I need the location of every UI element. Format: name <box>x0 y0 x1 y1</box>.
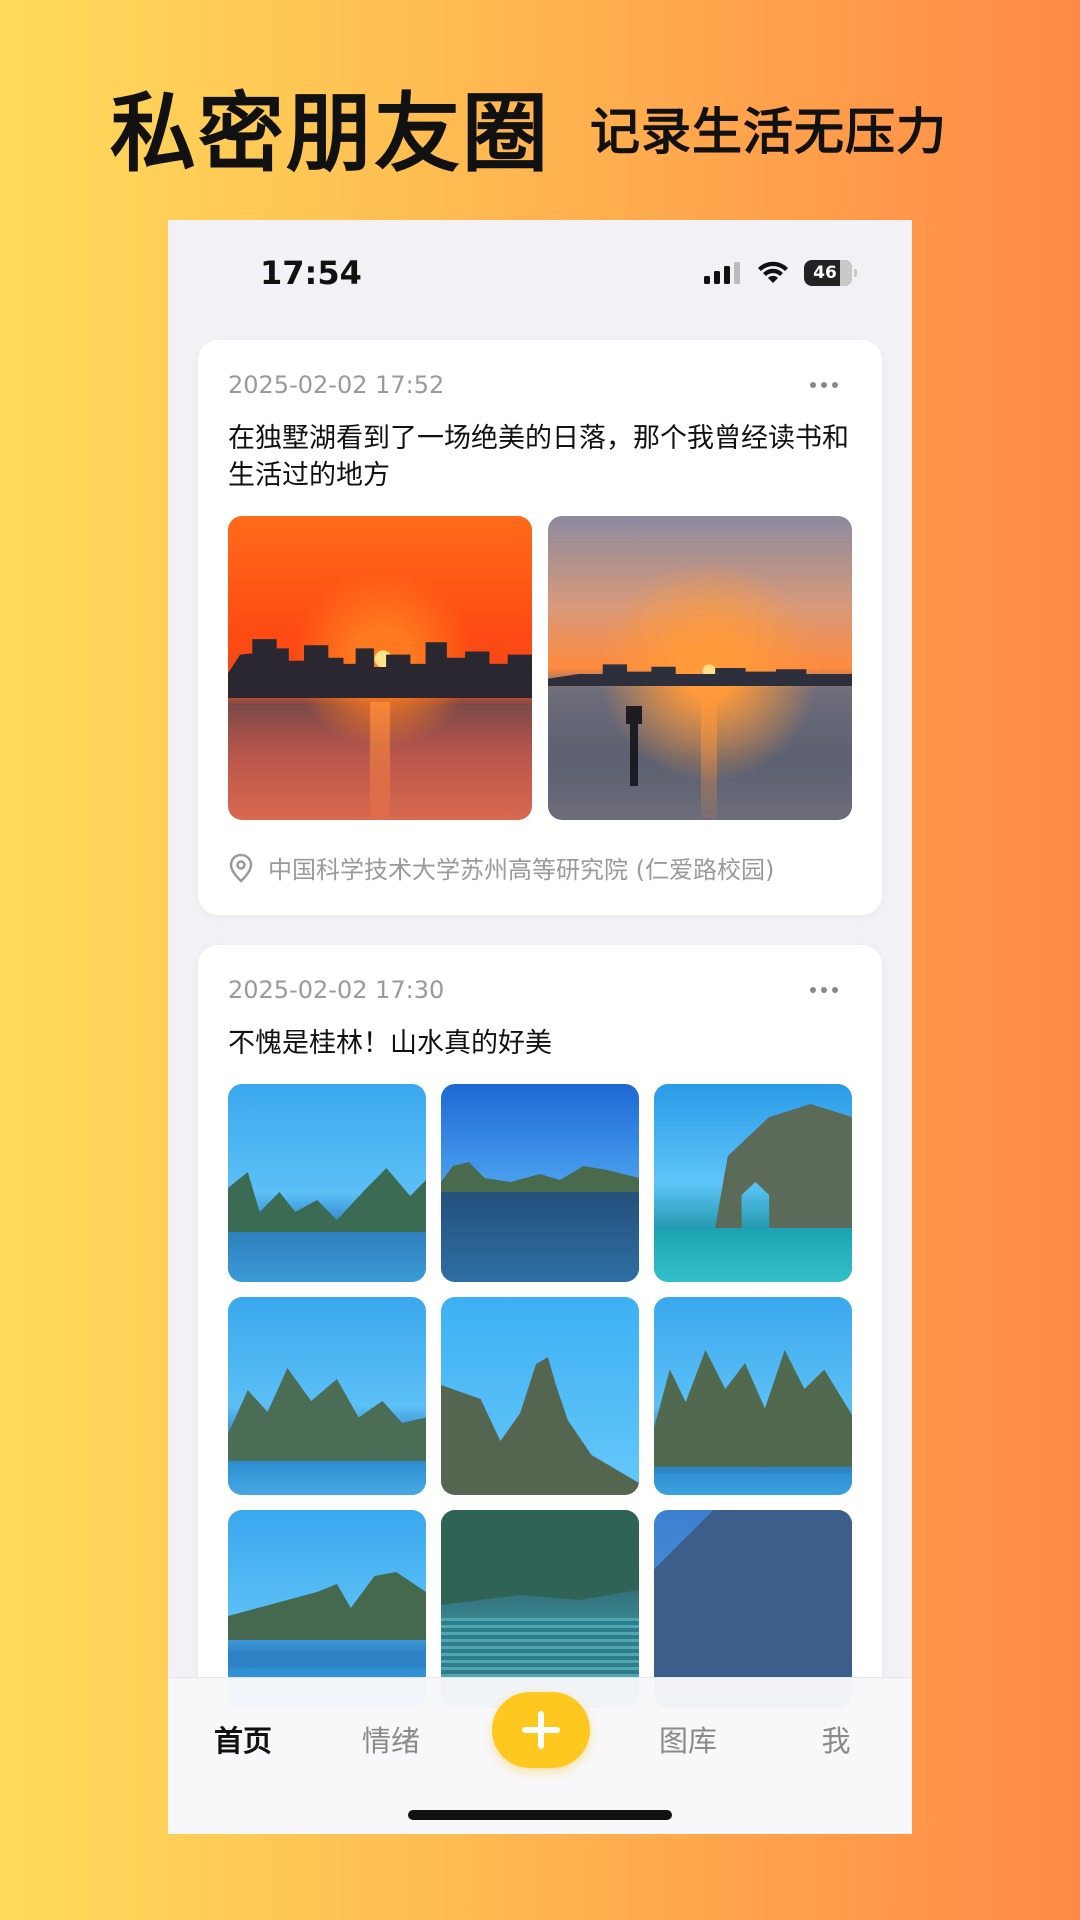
promo-subtitle: 记录生活无压力 <box>590 103 947 161</box>
cellular-signal-icon <box>704 262 740 284</box>
status-time: 17:54 <box>260 254 362 292</box>
tab-me[interactable]: 我 <box>776 1718 896 1760</box>
post-header: 2025-02-02 17:52 <box>228 370 852 400</box>
bottom-tab-bar: 首页 情绪 图库 我 <box>168 1677 912 1834</box>
photo-thumbnail-sunset-lake[interactable] <box>228 516 532 820</box>
post-date: 2025-02-02 17:52 <box>228 371 445 399</box>
battery-level: 46 <box>813 263 837 283</box>
photo-thumbnail[interactable] <box>654 1084 852 1282</box>
post-date: 2025-02-02 17:30 <box>228 976 445 1004</box>
photo-grid <box>228 1084 852 1708</box>
tab-home[interactable]: 首页 <box>183 1718 303 1760</box>
tab-mood[interactable]: 情绪 <box>331 1718 451 1760</box>
location-text: 中国科学技术大学苏州高等研究院 (仁爱路校园) <box>268 856 775 884</box>
photo-thumbnail[interactable] <box>441 1084 639 1282</box>
post-header: 2025-02-02 17:30 <box>228 975 852 1005</box>
post-text: 在独墅湖看到了一场绝美的日落，那个我曾经读书和生活过的地方 <box>228 423 849 491</box>
phone-screen: 17:54 46 2025-02-02 17:52 在独墅湖看到了一场绝美的日落… <box>168 220 912 1834</box>
more-options-icon[interactable] <box>796 376 852 394</box>
plus-icon <box>522 1711 560 1749</box>
photo-grid <box>228 516 852 820</box>
promo-headline: 私密朋友圈 记录生活无压力 <box>110 70 947 184</box>
battery-icon: 46 <box>804 260 857 286</box>
photo-thumbnail[interactable] <box>228 1084 426 1282</box>
home-indicator <box>408 1810 672 1820</box>
post-card[interactable]: 2025-02-02 17:52 在独墅湖看到了一场绝美的日落，那个我曾经读书和… <box>198 340 882 915</box>
add-post-button[interactable] <box>492 1692 590 1768</box>
more-options-icon[interactable] <box>796 981 852 999</box>
photo-thumbnail[interactable] <box>654 1297 852 1495</box>
promo-title: 私密朋友圈 <box>110 83 550 184</box>
post-card[interactable]: 2025-02-02 17:30 不愧是桂林！山水真的好美 <box>198 945 882 1738</box>
wifi-icon <box>758 261 788 283</box>
location-pin-icon <box>229 853 253 883</box>
tab-gallery[interactable]: 图库 <box>628 1718 748 1760</box>
status-bar: 17:54 46 <box>168 220 912 330</box>
moments-feed[interactable]: 2025-02-02 17:52 在独墅湖看到了一场绝美的日落，那个我曾经读书和… <box>198 340 882 1768</box>
photo-thumbnail[interactable] <box>441 1297 639 1495</box>
status-icons: 46 <box>704 260 857 286</box>
photo-thumbnail-sunset-post[interactable] <box>548 516 852 820</box>
post-text: 不愧是桂林！山水真的好美 <box>228 1028 552 1059</box>
photo-thumbnail[interactable] <box>228 1297 426 1495</box>
post-location[interactable]: 中国科学技术大学苏州高等研究院 (仁爱路校园) <box>228 850 852 885</box>
